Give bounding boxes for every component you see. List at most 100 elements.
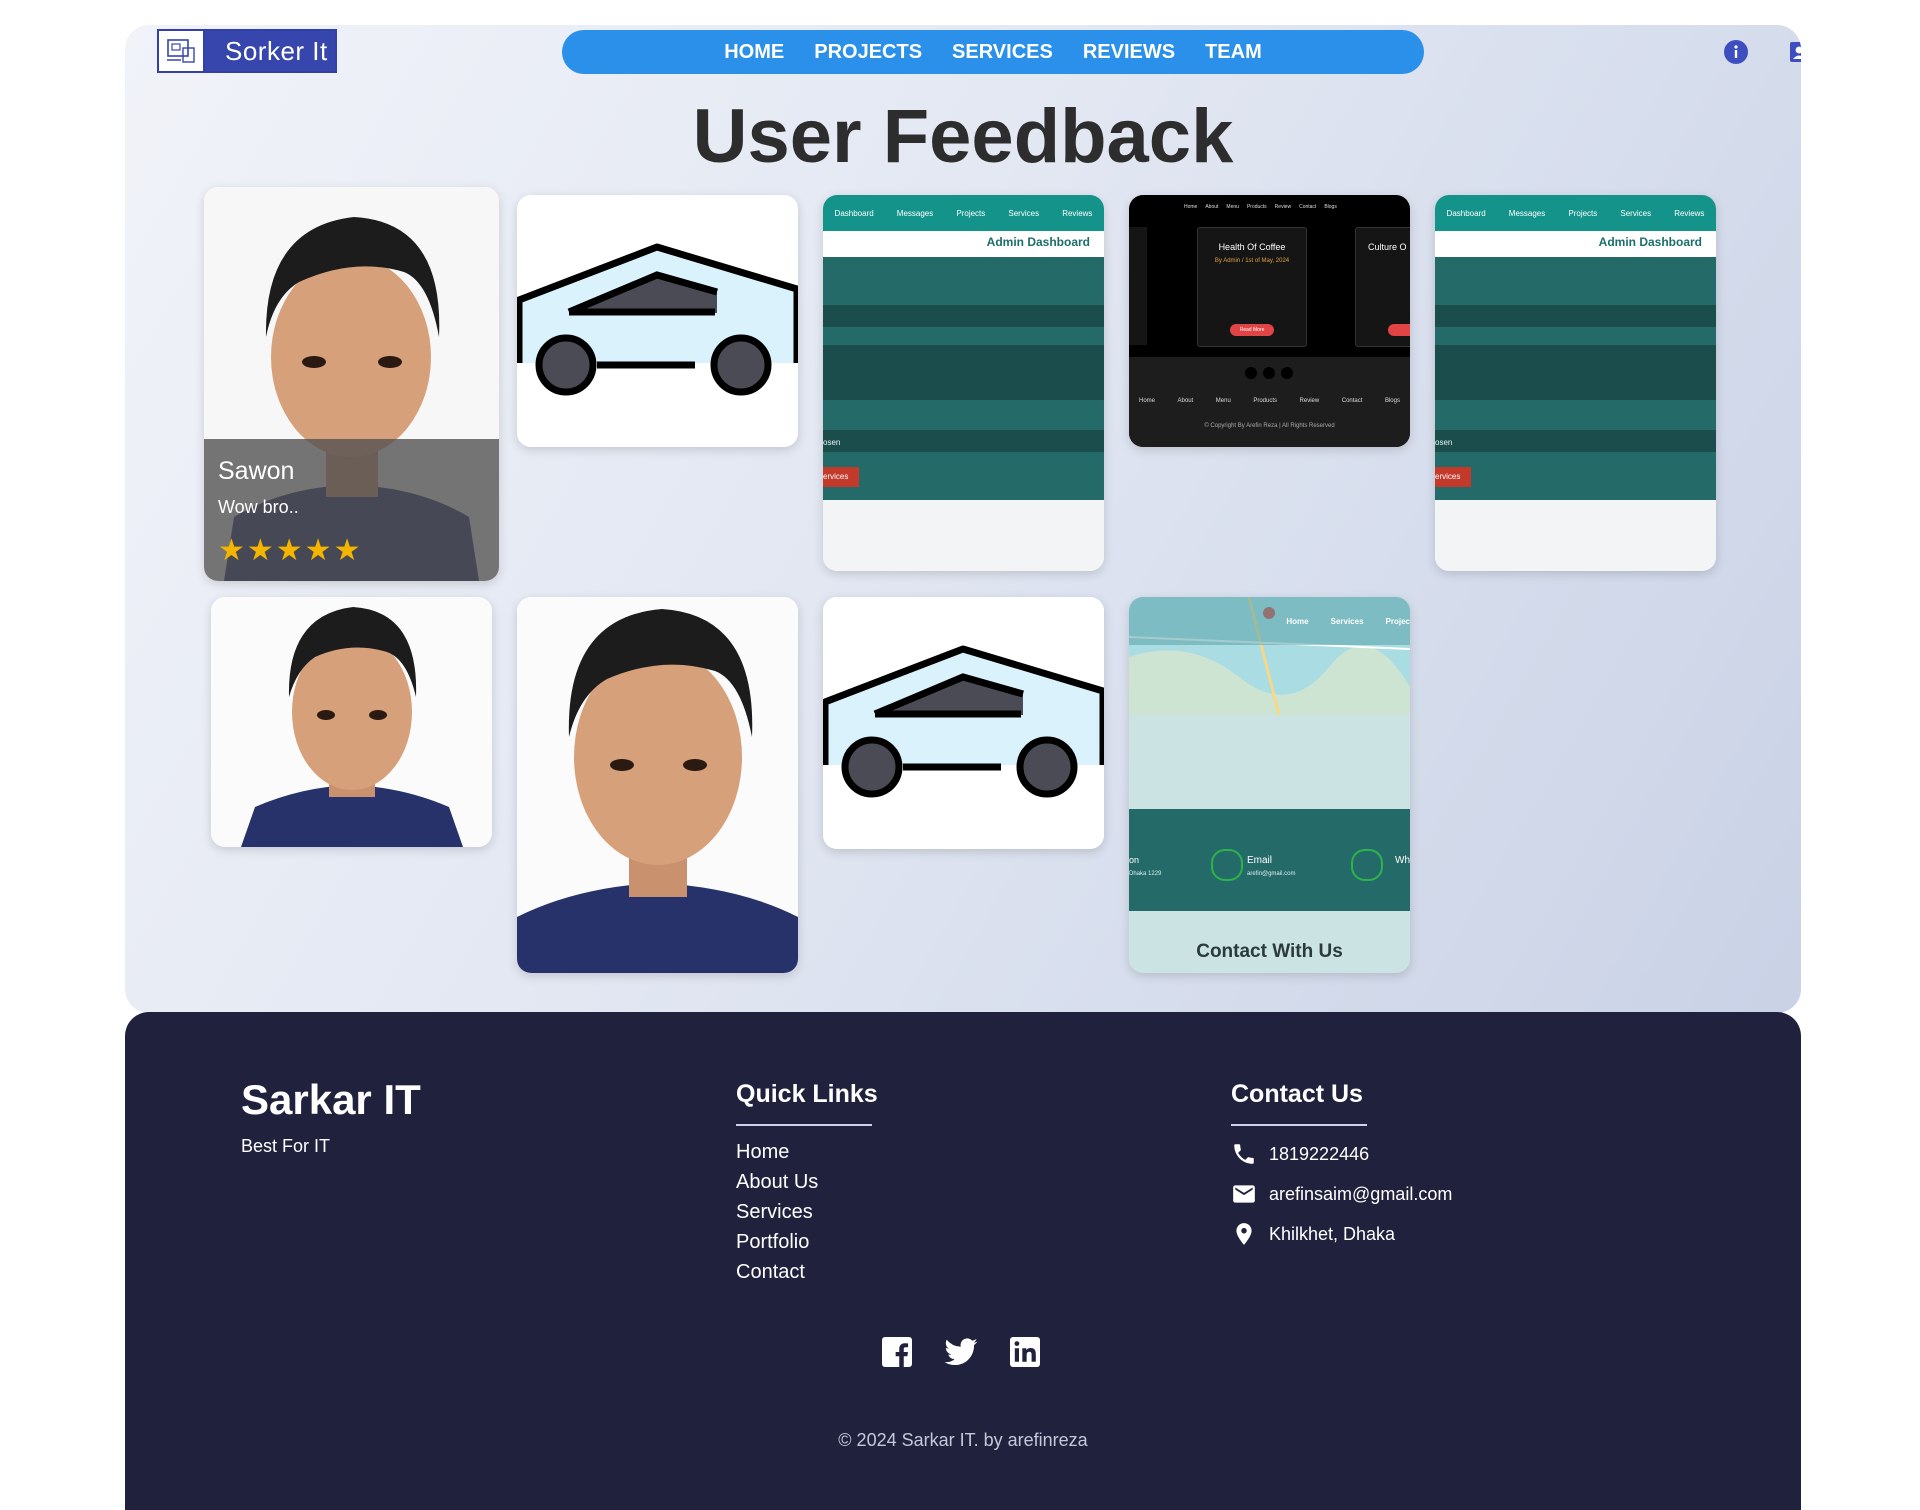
coffee-footer-link: Menu	[1215, 398, 1231, 404]
contact-phone[interactable]: 1819222446	[1231, 1134, 1452, 1174]
dashboard-side-text: osen	[1435, 438, 1453, 447]
dashboard-nav-item: Dashboard	[834, 208, 874, 218]
coffee-card-title: Health Of Coffee	[1218, 242, 1286, 252]
review-card-featured[interactable]: Sawon Wow bro.. ★★★★★	[204, 187, 499, 581]
map-thumbnail	[1129, 597, 1410, 715]
page-title: User Feedback	[692, 94, 1234, 179]
quick-links-heading: Quick Links	[736, 1080, 878, 1108]
contact-card-icon[interactable]	[1789, 39, 1801, 70]
social-links	[879, 1334, 1043, 1370]
nav-projects[interactable]: PROJECTS	[814, 41, 922, 64]
review-card-dashboard-2[interactable]: Dashboard Messages Projects Services Rev…	[1435, 195, 1716, 571]
coffee-nav: Home About Menu Products Review Contact …	[1184, 204, 1337, 210]
contact-email[interactable]: arefinsaim@gmail.com	[1231, 1174, 1452, 1214]
review-card-dashboard-1[interactable]: Dashboard Messages Projects Services Rev…	[823, 195, 1104, 571]
dashboard-side-text: osen	[823, 438, 841, 447]
logo-text: Sorker It	[225, 35, 328, 66]
footer-link-services[interactable]: Services	[736, 1197, 818, 1227]
reviewer-name: Sawon	[218, 457, 295, 485]
contact-address: Khilkhet, Dhaka	[1231, 1214, 1452, 1254]
site-footer: Sarkar IT Best For IT Quick Links Home A…	[125, 1012, 1801, 1510]
map-nav-item: Home	[1286, 617, 1309, 626]
nav-team[interactable]: TEAM	[1205, 41, 1262, 64]
coffee-card-title: Culture O	[1368, 242, 1407, 252]
footer-link-portfolio[interactable]: Portfolio	[736, 1227, 818, 1257]
coffee-nav-item: Contact	[1299, 204, 1317, 210]
coffee-nav-item: Products	[1246, 204, 1267, 210]
contact-info-band: on Dhaka 1229 Email arefin@gmail.com Wh	[1129, 809, 1410, 911]
review-card-coffee[interactable]: Home About Menu Products Review Contact …	[1129, 195, 1410, 447]
quick-links-divider	[736, 1124, 872, 1126]
coffee-footer-link: About	[1177, 398, 1194, 404]
dashboard-nav-item: Messages	[1508, 208, 1546, 218]
coffee-nav-item: About	[1205, 204, 1219, 210]
contact-heading: Contact Us	[1231, 1080, 1363, 1108]
contact-caption: Contact With Us	[1196, 941, 1343, 962]
dashboard-nav: Dashboard Messages Projects Services Rev…	[1435, 195, 1716, 231]
map-nav-item: Services	[1330, 617, 1364, 626]
contact-list: 1819222446 arefinsaim@gmail.com Khilkhet…	[1231, 1134, 1452, 1254]
contact-divider	[1231, 1124, 1367, 1126]
coffee-nav-item: Blogs	[1324, 204, 1337, 210]
dashboard-badge: ervices	[1435, 467, 1471, 487]
location-pin-icon	[1236, 1223, 1252, 1245]
contact-info-label: on	[1129, 855, 1140, 865]
phone-icon	[1234, 1144, 1254, 1164]
map-nav-item: Projec	[1385, 617, 1410, 626]
dashboard-nav-item: Reviews	[1062, 208, 1093, 218]
review-card-car-1[interactable]	[517, 195, 798, 447]
nav-home[interactable]: HOME	[724, 41, 784, 64]
coffee-nav-item: Home	[1184, 204, 1198, 210]
footer-tagline: Best For IT	[241, 1136, 331, 1156]
star-rating: ★★★★★	[218, 534, 363, 567]
footer-link-contact[interactable]: Contact	[736, 1257, 818, 1287]
coffee-footer-nav: Home About Menu Products Review Contact …	[1139, 398, 1400, 404]
coffee-social-icon	[1263, 367, 1275, 379]
contact-email-text: arefinsaim@gmail.com	[1269, 1183, 1453, 1204]
info-icon[interactable]	[1723, 39, 1749, 70]
coffee-footer-link: Home	[1139, 398, 1156, 404]
site-logo[interactable]: Sorker It	[157, 29, 337, 73]
dashboard-nav: Dashboard Messages Projects Services Rev…	[823, 195, 1104, 231]
footer-link-home[interactable]: Home	[736, 1137, 818, 1167]
coffee-footer-link: Contact	[1341, 398, 1363, 404]
review-card-portrait-2[interactable]	[517, 597, 798, 973]
reviewer-photo	[211, 597, 492, 847]
footer-link-about[interactable]: About Us	[736, 1167, 818, 1197]
coffee-card-meta: By Admin / 1st of May, 2024	[1214, 258, 1290, 264]
contact-info-label: Wh	[1395, 855, 1410, 866]
dashboard-title: Admin Dashboard	[1598, 235, 1702, 249]
coffee-social-icon	[1281, 367, 1293, 379]
nav-reviews[interactable]: REVIEWS	[1083, 41, 1175, 64]
coffee-social	[1245, 367, 1293, 379]
facebook-icon[interactable]	[879, 1334, 915, 1370]
coffee-social-icon	[1245, 367, 1257, 379]
review-card-portrait-1[interactable]	[211, 597, 492, 847]
contact-info-value: arefin@gmail.com	[1247, 871, 1296, 877]
main-nav: HOME PROJECTS SERVICES REVIEWS TEAM	[562, 30, 1424, 74]
coffee-footer: Home About Menu Products Review Contact …	[1129, 357, 1410, 447]
quick-links-list: Home About Us Services Portfolio Contact	[736, 1137, 818, 1287]
linkedin-icon[interactable]	[1007, 1334, 1043, 1370]
contact-info-label: Email	[1247, 855, 1273, 866]
review-card-contact[interactable]: Home Services Projec on Dhaka 1229 Email…	[1129, 597, 1410, 973]
reviewer-photo	[517, 597, 798, 973]
nav-services[interactable]: SERVICES	[952, 41, 1053, 64]
dashboard-nav-item: Reviews	[1674, 208, 1705, 218]
contact-phone-text: 1819222446	[1269, 1143, 1370, 1164]
coffee-read-more-button: Read More	[1230, 324, 1274, 336]
copyright: © 2024 Sarkar IT. by arefinreza	[838, 1430, 1088, 1450]
coffee-nav-item: Review	[1274, 204, 1292, 210]
dashboard-nav-item: Messages	[896, 208, 934, 218]
car-icon	[823, 597, 1104, 849]
contact-address-text: Khilkhet, Dhaka	[1269, 1223, 1396, 1244]
dashboard-nav-item: Services	[1620, 208, 1652, 218]
map-nav: Home Services Projec	[1286, 617, 1410, 626]
dashboard-nav-item: Services	[1008, 208, 1040, 218]
coffee-blog-card: Culture O	[1355, 227, 1410, 347]
review-text: Wow bro..	[218, 497, 299, 517]
coffee-footer-link: Review	[1299, 398, 1320, 404]
email-icon	[1211, 849, 1243, 881]
review-card-car-2[interactable]	[823, 597, 1104, 849]
twitter-icon[interactable]	[941, 1334, 981, 1370]
